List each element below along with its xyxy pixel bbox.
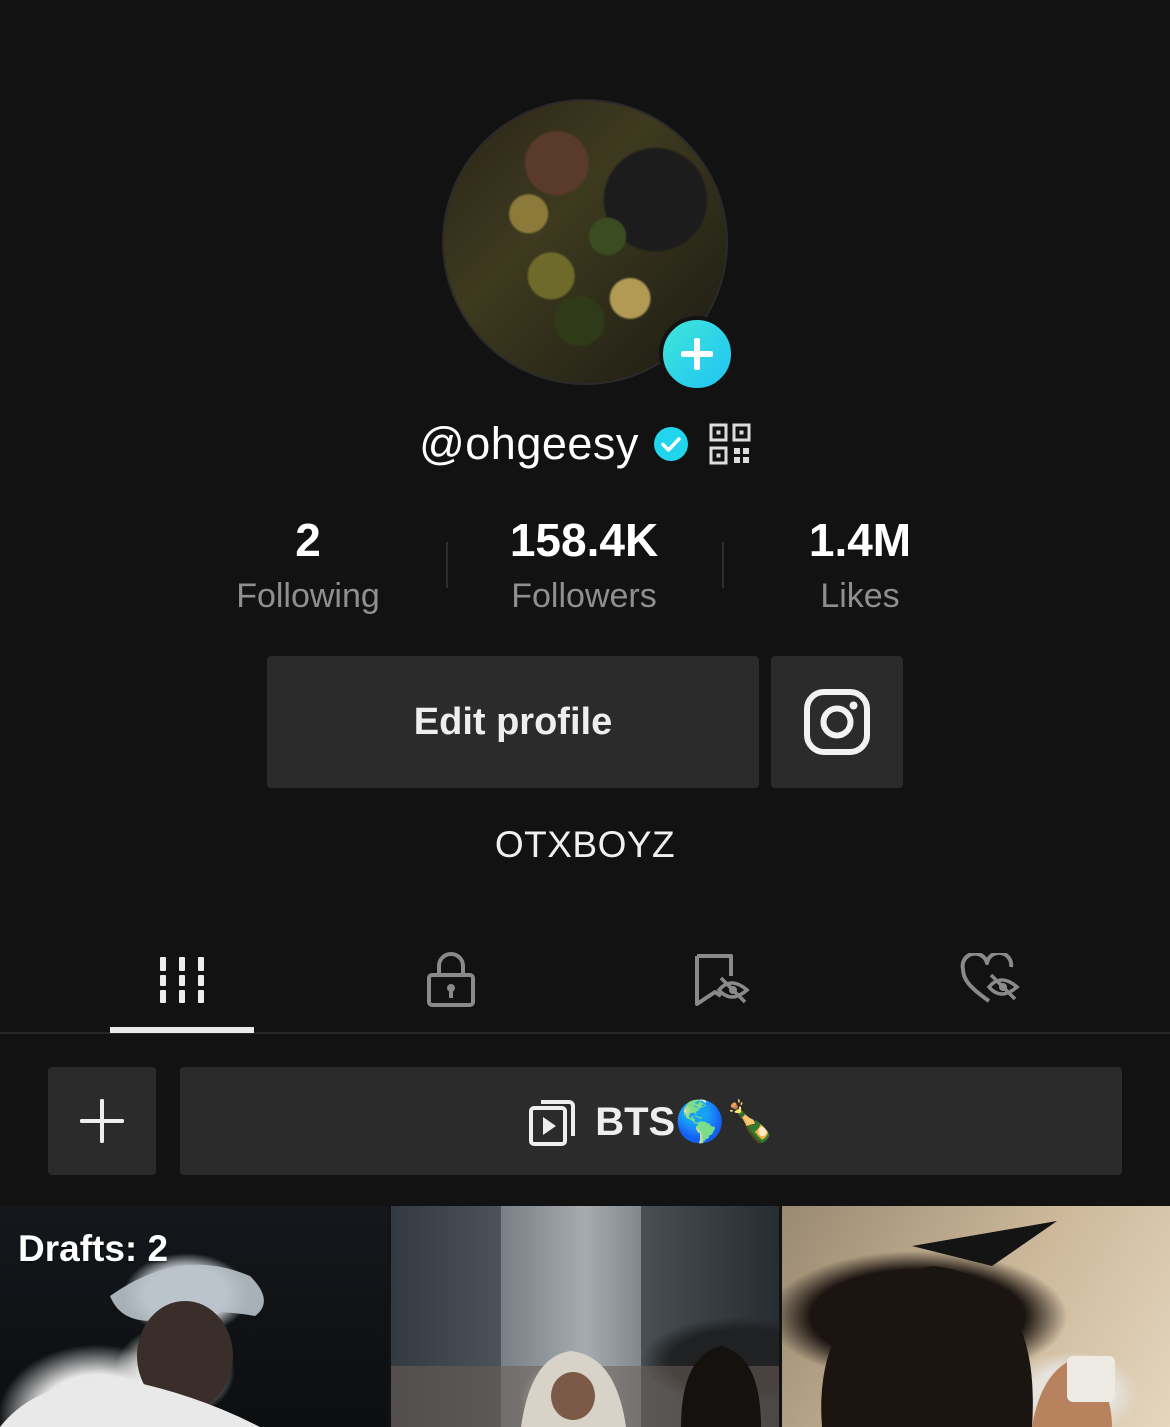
stat-followers[interactable]: 158.4K Followers: [464, 512, 704, 624]
add-avatar-button[interactable]: [659, 316, 735, 392]
active-tab-indicator: [110, 1027, 254, 1033]
playlist-label: BTS🌎🍾: [595, 1099, 775, 1144]
lock-icon: [427, 952, 475, 1007]
stat-divider: [722, 542, 724, 588]
playlist-chip-bts[interactable]: BTS🌎🍾: [180, 1067, 1122, 1175]
thumbnail-image: [391, 1206, 779, 1427]
likes-count: 1.4M: [808, 514, 912, 566]
stat-following[interactable]: 2 Following: [188, 512, 428, 624]
drafts-count-label: Drafts: 2: [18, 1228, 169, 1269]
liked-hidden-icon: [960, 953, 1020, 1003]
following-count: 2: [295, 514, 321, 566]
username-row: @ohgeesy: [0, 414, 1170, 474]
following-label: Following: [236, 577, 380, 615]
plus-icon: [681, 338, 713, 370]
plus-icon: [80, 1099, 124, 1143]
edit-profile-button[interactable]: Edit profile: [267, 656, 759, 788]
stat-divider: [446, 542, 448, 588]
verified-badge-icon: [653, 427, 688, 461]
followers-count: 158.4K: [509, 514, 659, 566]
video-thumbnail[interactable]: [782, 1206, 1170, 1427]
stat-likes[interactable]: 1.4M Likes: [740, 512, 980, 624]
tab-saved[interactable]: [586, 930, 856, 1030]
thumbnail-image: [821, 1221, 1115, 1427]
profile-bio: OTXBOYZ: [494, 824, 676, 865]
playlist-icon: [529, 1100, 576, 1146]
followers-label: Followers: [511, 577, 657, 615]
saved-hidden-icon: [695, 954, 750, 1006]
add-playlist-button[interactable]: [48, 1067, 156, 1175]
videos-grid-icon: [160, 957, 204, 1003]
qr-code-icon[interactable]: [709, 423, 751, 465]
instagram-button[interactable]: [771, 656, 903, 788]
tab-liked[interactable]: [855, 930, 1125, 1030]
tab-videos[interactable]: [47, 930, 317, 1030]
username: @ohgeesy: [419, 418, 639, 469]
tab-private[interactable]: [316, 930, 586, 1030]
instagram-icon: [804, 689, 870, 755]
video-thumbnail[interactable]: [391, 1206, 779, 1427]
likes-label: Likes: [820, 577, 900, 615]
